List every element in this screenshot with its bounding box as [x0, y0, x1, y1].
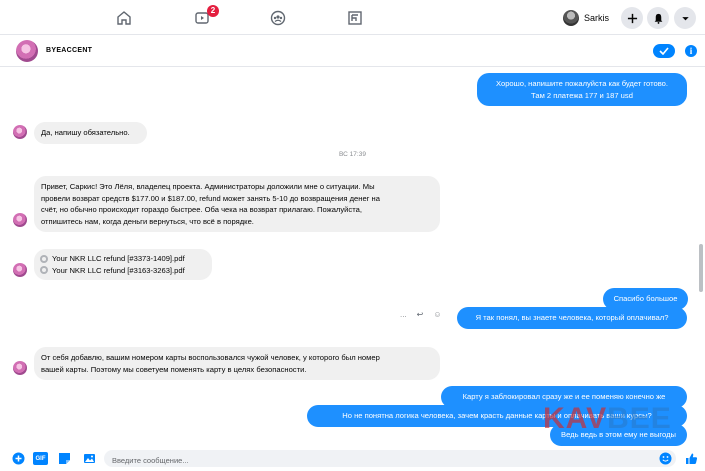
- like-icon[interactable]: [685, 452, 698, 465]
- contact-avatar-small: [13, 213, 27, 227]
- profile-avatar: [563, 10, 579, 26]
- contact-avatar[interactable]: [16, 40, 38, 62]
- profile-link[interactable]: Sarkis: [563, 8, 609, 28]
- notification-badge: 2: [207, 5, 219, 17]
- message-text: отпишитесь нам, когда деньги вернуться, …: [41, 216, 254, 226]
- attachments-bubble: Your NKR LLC refund [#3373-1409].pdf You…: [34, 249, 212, 280]
- groups-icon[interactable]: [268, 8, 288, 28]
- file-name[interactable]: Your NKR LLC refund [#3373-1409].pdf: [52, 253, 185, 265]
- message-input[interactable]: [104, 452, 676, 469]
- file-attachment[interactable]: Your NKR LLC refund [#3373-1409].pdf: [40, 253, 206, 265]
- message-incoming: От себя добавлю, вашим номером карты вос…: [34, 347, 440, 380]
- message-input-box[interactable]: [104, 450, 676, 469]
- bell-icon: [654, 13, 662, 24]
- contact-name[interactable]: BYEACCENT: [46, 47, 92, 54]
- timestamp: ВС 17:39: [339, 151, 366, 158]
- mark-read-button[interactable]: [653, 44, 675, 58]
- contact-avatar-small: [13, 263, 27, 277]
- message-incoming: Привет, Саркис! Это Лёля, владелец проек…: [34, 176, 440, 232]
- more-actions-icon[interactable]: [12, 452, 25, 465]
- more-icon[interactable]: ...: [400, 310, 407, 319]
- reply-icon[interactable]: ↩: [417, 310, 424, 319]
- profile-name: Sarkis: [584, 13, 610, 23]
- gaming-icon[interactable]: [345, 8, 365, 28]
- scrollbar[interactable]: [699, 244, 703, 292]
- message-text: Я так понял, вы знаете человека, который…: [475, 313, 669, 322]
- account-menu-button[interactable]: [674, 7, 696, 29]
- composer: GIF: [0, 446, 705, 471]
- caret-down-icon: [681, 16, 689, 20]
- message-text: Да, напишу обязательно.: [41, 128, 130, 137]
- message-text: Ведь ведь в этом ему не выгоды: [561, 430, 676, 439]
- emoji-icon[interactable]: [659, 452, 672, 465]
- message-text: Там 2 платежа 177 и 187 usd: [531, 90, 633, 100]
- checkmark-icon: [659, 47, 669, 55]
- file-icon: [40, 266, 48, 275]
- message-text: счёт, но обычно происходит гораздо быстр…: [41, 205, 362, 214]
- file-attachment[interactable]: Your NKR LLC refund [#3163-3263].pdf: [40, 265, 206, 277]
- sticker-icon[interactable]: [58, 452, 71, 465]
- file-name[interactable]: Your NKR LLC refund [#3163-3263].pdf: [52, 265, 185, 277]
- message-text: Спасибо большое: [613, 294, 678, 303]
- contact-avatar-small: [13, 361, 27, 375]
- image-icon[interactable]: [83, 452, 96, 465]
- message-text: Привет, Саркис! Это Лёля, владелец проек…: [41, 182, 375, 191]
- message-text: Карту я заблокировал сразу же и ее помен…: [462, 392, 666, 401]
- message-outgoing: Ведь ведь в этом ему не выгоды: [550, 424, 687, 446]
- message-text: вашей карты. Поэтому мы советуем поменят…: [41, 364, 307, 374]
- top-navigation: 2 Sarkis: [0, 0, 705, 35]
- create-button[interactable]: [621, 7, 643, 29]
- gif-icon[interactable]: GIF: [33, 452, 48, 465]
- info-icon[interactable]: i: [685, 45, 697, 57]
- home-icon[interactable]: [114, 8, 134, 28]
- message-outgoing: Хорошо, напишите пожалуйста как будет го…: [477, 73, 687, 106]
- plus-icon: [627, 13, 637, 23]
- message-text: От себя добавлю, вашим номером карты вос…: [41, 353, 380, 362]
- message-text: Но не понятна логика человека, зачем кра…: [342, 411, 652, 420]
- chat-header: BYEACCENT i: [0, 35, 705, 67]
- message-text: Хорошо, напишите пожалуйста как будет го…: [496, 79, 668, 88]
- contact-avatar-small: [13, 125, 27, 139]
- watch-video-icon[interactable]: 2: [192, 5, 219, 28]
- messenger-button[interactable]: [647, 7, 669, 29]
- file-icon: [40, 254, 48, 263]
- react-icon[interactable]: ☺: [433, 310, 441, 319]
- message-incoming: Да, напишу обязательно.: [34, 122, 147, 144]
- message-outgoing: Я так понял, вы знаете человека, который…: [457, 307, 687, 329]
- message-text: провели возврат средств $177.00 и $187.0…: [41, 193, 380, 203]
- message-actions: ... ↩ ☺: [400, 310, 442, 319]
